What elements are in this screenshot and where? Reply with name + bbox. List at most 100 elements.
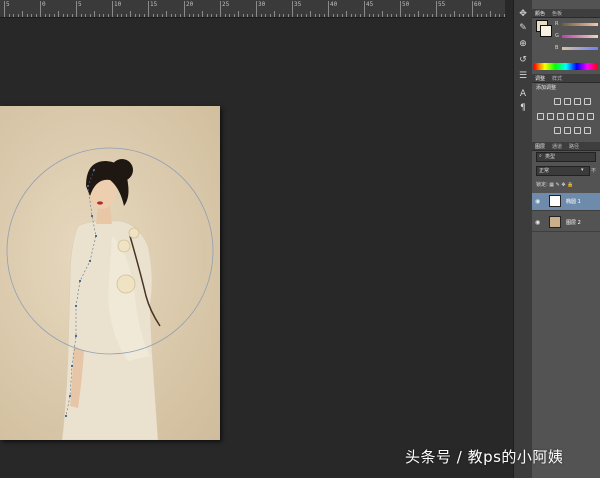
brush-icon[interactable]: ✎: [517, 22, 529, 34]
ruler-label: 20: [186, 1, 194, 8]
tab-swatches[interactable]: 色板: [552, 10, 562, 17]
ruler-tick: [76, 1, 77, 17]
ruler-tick: [359, 14, 361, 17]
ruler-tick: [418, 11, 419, 17]
curves-icon[interactable]: [574, 98, 581, 105]
ruler-tick: [400, 1, 401, 17]
black-white-icon[interactable]: [567, 113, 574, 120]
ruler-tick: [440, 14, 442, 17]
ruler-tick: [89, 14, 91, 17]
ruler-tick: [467, 14, 469, 17]
ruler-tick: [242, 14, 244, 17]
search-icon: ⌕: [539, 153, 542, 159]
blue-slider[interactable]: [562, 47, 598, 50]
ellipse-path-overlay[interactable]: [0, 18, 505, 478]
horizontal-ruler[interactable]: 5 0 5 10 15 20 25 30 35 40 45 50 55 60: [0, 0, 505, 18]
ruler-tick: [166, 11, 167, 17]
ruler-label: 40: [330, 1, 338, 8]
background-color-swatch[interactable]: [540, 25, 552, 37]
layer-name[interactable]: 椭圆 1: [566, 198, 581, 205]
green-slider[interactable]: [562, 35, 598, 38]
settings-sliders-icon[interactable]: ☰: [517, 70, 529, 82]
ruler-tick: [319, 14, 320, 17]
ruler-tick: [346, 11, 347, 17]
color-balance-icon[interactable]: [557, 113, 564, 120]
ruler-label: 60: [474, 1, 482, 8]
tab-paths[interactable]: 路径: [569, 143, 579, 150]
tab-adjustments[interactable]: 调整: [535, 75, 545, 82]
ruler-tick: [287, 14, 289, 17]
ruler-tick: [238, 11, 239, 17]
channel-mixer-icon[interactable]: [587, 113, 594, 120]
ruler-tick: [71, 14, 73, 17]
ruler-tick: [296, 14, 298, 17]
ruler-tick: [431, 14, 433, 17]
ruler-tick: [350, 14, 352, 17]
ruler-tick: [197, 14, 199, 17]
tab-layers[interactable]: 图层: [535, 143, 545, 150]
lock-row: 锁定: ▦ ✎ ✥ 🔒: [536, 181, 573, 188]
tab-styles[interactable]: 样式: [552, 75, 562, 82]
lock-all-icon[interactable]: 🔒: [567, 182, 573, 188]
ruler-tick: [220, 1, 221, 17]
ruler-tick: [251, 14, 253, 17]
add-adjustment-title: 添加调整: [536, 85, 557, 91]
ruler-tick: [328, 1, 329, 17]
lock-move-icon[interactable]: ✥: [561, 182, 565, 188]
move-icon[interactable]: ✥: [517, 8, 529, 20]
layer-kind-filter[interactable]: ⌕ 类型: [536, 152, 596, 162]
threshold-icon[interactable]: [574, 127, 581, 134]
ruler-tick: [265, 14, 266, 17]
ruler-tick: [377, 14, 379, 17]
posterize-icon[interactable]: [564, 127, 571, 134]
photo-filter-icon[interactable]: [577, 113, 584, 120]
ruler-tick: [157, 14, 158, 17]
ruler-tick: [364, 1, 365, 17]
eye-icon[interactable]: ◉: [535, 198, 540, 205]
ruler-tick: [337, 14, 338, 17]
blue-label: B: [555, 45, 559, 51]
brightness-icon[interactable]: [554, 98, 561, 105]
eye-icon[interactable]: ◉: [535, 219, 540, 226]
ruler-label: 35: [294, 1, 302, 8]
layer-row[interactable]: ◉ 椭圆 1: [532, 193, 600, 211]
ruler-tick: [301, 14, 302, 17]
tab-channels[interactable]: 通道: [552, 143, 562, 150]
panel-tool-strip: ✥ ✎ ⊕ ↺ ☰ A ¶: [513, 0, 533, 478]
ruler-tick: [211, 14, 212, 17]
ruler-tick: [67, 14, 68, 17]
ruler-tick: [373, 14, 374, 17]
gradient-map-icon[interactable]: [584, 127, 591, 134]
hue-saturation-icon[interactable]: [547, 113, 554, 120]
layer-row[interactable]: ◉ 图层 2: [532, 214, 600, 232]
blend-mode-select[interactable]: 正常 ▾: [536, 166, 590, 176]
exposure-icon[interactable]: [584, 98, 591, 105]
ruler-tick: [53, 14, 55, 17]
ruler-tick: [85, 14, 86, 17]
ruler-tick: [17, 14, 19, 17]
stamp-icon[interactable]: ⊕: [517, 38, 529, 50]
ruler-tick: [139, 14, 140, 17]
color-spectrum-bar[interactable]: [534, 63, 598, 70]
ruler-tick: [481, 14, 482, 17]
document-canvas[interactable]: [0, 18, 505, 478]
text-icon[interactable]: A: [517, 88, 529, 100]
ruler-tick: [98, 14, 100, 17]
paragraph-mark-icon[interactable]: ¶: [517, 102, 529, 114]
ruler-tick: [260, 14, 262, 17]
ruler-tick: [323, 14, 325, 17]
opacity-label: 不: [591, 168, 597, 174]
levels-icon[interactable]: [564, 98, 571, 105]
ruler-label: 50: [402, 1, 410, 8]
ruler-tick: [463, 14, 464, 17]
layer-name[interactable]: 图层 2: [566, 219, 581, 226]
ruler-tick: [274, 11, 275, 17]
invert-icon[interactable]: [554, 127, 561, 134]
lock-paint-icon[interactable]: ✎: [556, 182, 560, 188]
history-brush-icon[interactable]: ↺: [517, 54, 529, 66]
vibrance-icon[interactable]: [537, 113, 544, 120]
red-slider[interactable]: [562, 23, 598, 26]
lock-transparent-icon[interactable]: ▦: [549, 182, 554, 188]
tab-color[interactable]: 颜色: [535, 10, 545, 17]
ruler-label: 0: [42, 1, 46, 8]
